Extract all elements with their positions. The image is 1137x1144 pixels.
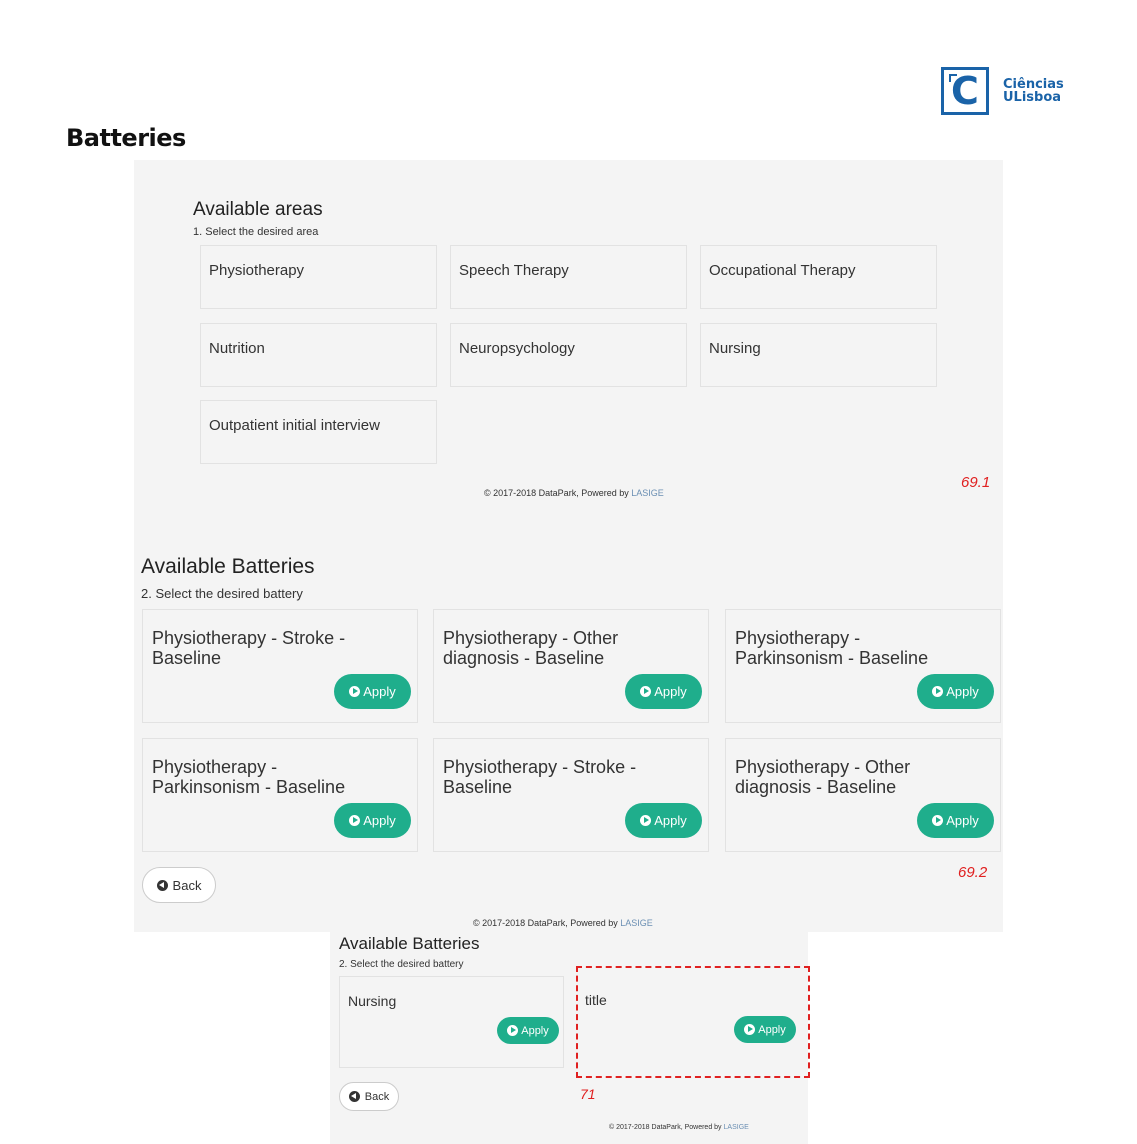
play-circle-icon	[744, 1024, 756, 1035]
play-circle-icon	[640, 686, 652, 697]
apply-button[interactable]: Apply	[917, 803, 994, 838]
battery-card: Physiotherapy - Other diagnosis - Baseli…	[725, 738, 1001, 852]
apply-button[interactable]: Apply	[625, 674, 702, 709]
apply-button[interactable]: Apply	[917, 674, 994, 709]
battery-title: Physiotherapy - Other diagnosis - Baseli…	[735, 757, 911, 797]
footer-brand-link[interactable]: LASIGE	[631, 488, 664, 498]
play-circle-icon	[507, 1025, 519, 1036]
apply-button[interactable]: Apply	[334, 803, 411, 838]
battery-title: Physiotherapy - Other diagnosis - Baseli…	[443, 628, 619, 668]
play-circle-icon	[932, 815, 944, 826]
page-title: Batteries	[66, 124, 186, 152]
area-card-occupational-therapy[interactable]: Occupational Therapy	[700, 245, 937, 309]
footer: © 2017-2018 DataPark, Powered by LASIGE	[484, 488, 664, 498]
footer-brand-link[interactable]: LASIGE	[724, 1124, 749, 1131]
university-logo: C Ciências ULisboa	[941, 67, 1064, 115]
batteries-instruction: 2. Select the desired battery	[141, 586, 303, 601]
back-button[interactable]: Back	[339, 1082, 399, 1111]
back-button[interactable]: Back	[142, 867, 216, 903]
apply-button[interactable]: Apply	[334, 674, 411, 709]
batteries-heading: Available Batteries	[141, 555, 315, 578]
battery-title: Physiotherapy - Parkinsonism - Baseline	[152, 757, 346, 797]
battery-title: Nursing	[348, 993, 397, 1009]
areas-instruction: 1. Select the desired area	[193, 226, 319, 238]
chevron-left-circle-icon	[348, 1091, 360, 1102]
battery-card: Physiotherapy - Stroke - Baseline Apply	[142, 609, 418, 723]
battery-title: Physiotherapy - Stroke - Baseline	[443, 757, 637, 797]
battery-title: Physiotherapy - Stroke - Baseline	[152, 628, 346, 668]
footer: © 2017-2018 DataPark, Powered by LASIGE	[609, 1124, 749, 1131]
area-card-outpatient-interview[interactable]: Outpatient initial interview	[200, 400, 437, 464]
battery-card: Physiotherapy - Stroke - Baseline Apply	[433, 738, 709, 852]
area-card-nursing[interactable]: Nursing	[700, 323, 937, 387]
apply-button[interactable]: Apply	[734, 1016, 796, 1043]
battery-card: Physiotherapy - Parkinsonism - Baseline …	[142, 738, 418, 852]
batteries-instruction: 2. Select the desired battery	[339, 959, 464, 970]
battery-card: Physiotherapy - Parkinsonism - Baseline …	[725, 609, 1001, 723]
batteries-heading: Available Batteries	[339, 934, 480, 953]
figure-label: 69.2	[958, 864, 988, 881]
figure-label: 71	[580, 1086, 596, 1102]
play-circle-icon	[640, 815, 652, 826]
logo-text: Ciências ULisboa	[1003, 77, 1064, 105]
play-circle-icon	[349, 815, 361, 826]
area-card-physiotherapy[interactable]: Physiotherapy	[200, 245, 437, 309]
figure-label: 69.1	[961, 474, 991, 491]
area-card-nutrition[interactable]: Nutrition	[200, 323, 437, 387]
play-circle-icon	[349, 686, 361, 697]
chevron-left-circle-icon	[156, 879, 168, 891]
footer-brand-link[interactable]: LASIGE	[620, 918, 653, 928]
logo-mark-icon: C	[941, 67, 989, 115]
play-circle-icon	[932, 686, 944, 697]
area-card-neuropsychology[interactable]: Neuropsychology	[450, 323, 687, 387]
battery-card: Nursing Apply	[339, 976, 564, 1068]
apply-button[interactable]: Apply	[497, 1017, 559, 1044]
battery-card: Physiotherapy - Other diagnosis - Baseli…	[433, 609, 709, 723]
area-card-speech-therapy[interactable]: Speech Therapy	[450, 245, 687, 309]
battery-title: Physiotherapy - Parkinsonism - Baseline	[735, 628, 929, 668]
apply-button[interactable]: Apply	[625, 803, 702, 838]
areas-heading: Available areas	[193, 199, 323, 220]
footer: © 2017-2018 DataPark, Powered by LASIGE	[473, 918, 653, 928]
battery-title: title	[585, 992, 607, 1008]
